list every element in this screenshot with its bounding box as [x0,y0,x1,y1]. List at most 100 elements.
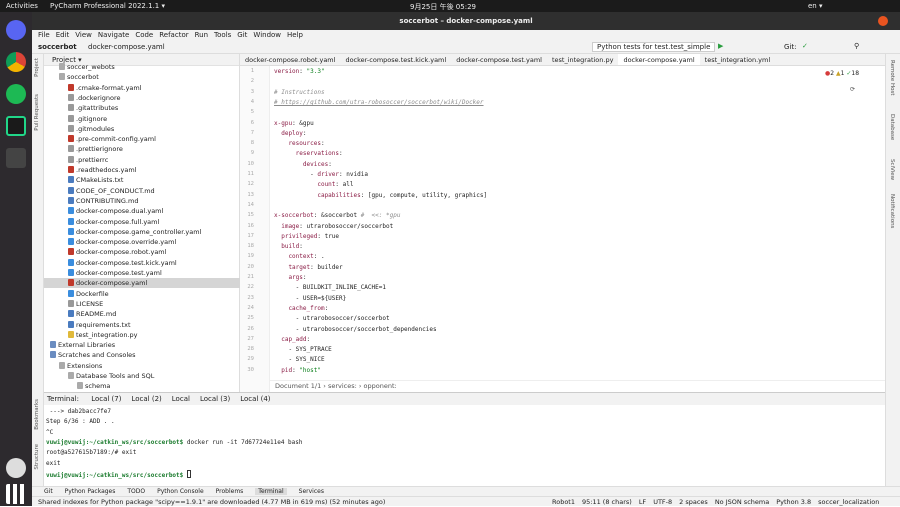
language-selector[interactable]: en ▾ [808,2,822,10]
tab-docker-compose-test-kick-yaml[interactable]: docker-compose.test.kick.yaml [340,54,451,65]
tree-item[interactable]: Extensions [44,361,240,371]
inspection-widget[interactable]: ●2 ▲1 ✓18 [825,70,859,77]
crumb-opponent[interactable]: opponent: [364,382,397,390]
tree-item[interactable]: CODE_OF_CONDUCT.md [44,186,240,196]
tree-item[interactable]: .prettierignore [44,144,240,154]
database-tool-button[interactable]: Database [889,114,895,140]
reload-icon[interactable]: ⟳ [850,86,855,93]
git-commit-icon[interactable]: ✓ [802,42,808,50]
tree-item[interactable]: External Libraries [44,340,240,350]
terminal-tab-local-3-[interactable]: Local (3) [200,395,230,403]
terminal-tab-local-2-[interactable]: Local (2) [131,395,161,403]
spotify-icon[interactable] [6,84,26,104]
tab-docker-compose-test-yaml[interactable]: docker-compose.test.yaml [451,54,547,65]
tree-item[interactable]: CONTRIBUTING.md [44,196,240,206]
status-item[interactable]: soccer_localization [818,498,879,506]
menu-file[interactable]: File [38,31,50,39]
tree-item[interactable]: soccerbot [44,72,240,82]
menu-code[interactable]: Code [135,31,153,39]
run-icon[interactable]: ▶ [718,42,723,50]
menu-help[interactable]: Help [287,31,303,39]
tree-item[interactable]: docker-compose.full.yaml [44,217,240,227]
tab-docker-compose-yaml[interactable]: docker-compose.yaml [618,54,700,65]
tree-item[interactable]: .pre-commit-config.yaml [44,134,240,144]
menu-run[interactable]: Run [195,31,208,39]
tab-test-integration-py[interactable]: test_integration.py [547,54,618,65]
breadcrumb-file[interactable]: docker-compose.yaml [88,43,165,51]
toolwindow-problems[interactable]: Problems [216,488,244,495]
tree-item[interactable]: soccer_webots [44,62,240,72]
terminal-tab-local[interactable]: Local [172,395,190,403]
tab-docker-compose-robot-yaml[interactable]: docker-compose.robot.yaml [240,54,340,65]
search-icon[interactable]: ⚲ [854,42,859,50]
clock[interactable]: 9月25日 午後 05:29 [410,2,476,12]
toolwindow-python-packages[interactable]: Python Packages [65,488,116,495]
app-menu[interactable]: PyCharm Professional 2022.1.1 ▾ [50,2,165,10]
tree-item[interactable]: .gitmodules [44,124,240,134]
tree-item[interactable]: test_integration.py [44,330,240,340]
sciview-tool-button[interactable]: SciView [889,159,895,180]
close-window-icon[interactable] [878,16,888,26]
menu-edit[interactable]: Edit [56,31,70,39]
tree-item[interactable]: LICENSE [44,299,240,309]
tree-item[interactable]: docker-compose.test.yaml [44,268,240,278]
toolwindow-python-console[interactable]: Python Console [157,488,204,495]
remote-host-tool-button[interactable]: Remote Host [889,60,895,96]
tree-item[interactable]: CMakeLists.txt [44,175,240,185]
chrome-icon[interactable] [6,52,26,72]
tree-item[interactable]: .dockerignore [44,93,240,103]
toolwindow-git[interactable]: Git [44,488,53,495]
activities-button[interactable]: Activities [6,2,38,10]
project-tool-button[interactable]: Project [34,58,40,77]
tree-item[interactable]: Scratches and Consoles [44,350,240,360]
status-item[interactable]: 95:11 (8 chars) [582,498,632,506]
tree-item[interactable]: .prettierrc [44,155,240,165]
menu-view[interactable]: View [75,31,92,39]
tree-item[interactable]: Database Tools and SQL [44,371,240,381]
menu-window[interactable]: Window [253,31,281,39]
crumb-services[interactable]: services: [328,382,357,390]
tree-item[interactable]: docker-compose.robot.yaml [44,247,240,257]
pycharm-icon[interactable] [6,116,26,136]
status-item[interactable]: No JSON schema [715,498,769,506]
notifications-tool-button[interactable]: Notifications [889,194,895,228]
status-item[interactable]: Python 3.8 [776,498,811,506]
code-editor[interactable]: ●2 ▲1 ✓18 ⟳ 1 version: "3.3" 2 3 # Instructi… [240,66,885,392]
tree-item[interactable]: docker-compose.override.yaml [44,237,240,247]
tree-item[interactable]: docker-compose.game_controller.yaml [44,227,240,237]
status-item[interactable]: Robot1 [552,498,575,506]
tree-item[interactable]: docker-compose.dual.yaml [44,206,240,216]
run-config-dropdown[interactable]: Python tests for test.test_simple [592,42,716,52]
discord-icon[interactable] [6,20,26,40]
bookmarks-tool-button[interactable]: Bookmarks [34,399,40,430]
status-item[interactable]: 2 spaces [679,498,708,506]
status-item[interactable]: LF [639,498,646,506]
status-item[interactable]: UTF-8 [653,498,672,506]
tree-item[interactable]: docker-compose.test.kick.yaml [44,258,240,268]
ubuntu-icon[interactable] [6,458,26,478]
tree-item[interactable]: .readthedocs.yaml [44,165,240,175]
tree-item[interactable]: schema [44,381,240,391]
tree-item[interactable]: .gitignore [44,114,240,124]
tree-item[interactable]: Dockerfile [44,289,240,299]
menu-refactor[interactable]: Refactor [159,31,188,39]
toolwindow-terminal[interactable]: Terminal [255,488,287,495]
tree-item[interactable]: .cmake-format.yaml [44,83,240,93]
menu-navigate[interactable]: Navigate [98,31,129,39]
toolwindow-services[interactable]: Services [299,488,324,495]
menu-git[interactable]: Git [237,31,247,39]
structure-tool-button[interactable]: Structure [34,444,40,470]
pull-requests-tool-button[interactable]: Pull Requests [34,94,40,131]
tree-item[interactable]: README.md [44,309,240,319]
toolwindow-todo[interactable]: TODO [127,488,145,495]
tree-item[interactable]: docker-compose.yaml [44,278,240,289]
tree-item[interactable]: .gitattributes [44,103,240,113]
terminal-tab-local-7-[interactable]: Local (7) [91,395,121,403]
tree-item[interactable]: requirements.txt [44,320,240,330]
menu-tools[interactable]: Tools [214,31,231,39]
breadcrumb-project[interactable]: soccerbot [38,43,77,51]
terminal-tab-local-4-[interactable]: Local (4) [240,395,270,403]
crumb-document[interactable]: Document 1/1 [275,382,321,390]
tab-test-integration-yml[interactable]: test_integration.yml [700,54,776,65]
show-apps-icon[interactable] [6,484,26,504]
